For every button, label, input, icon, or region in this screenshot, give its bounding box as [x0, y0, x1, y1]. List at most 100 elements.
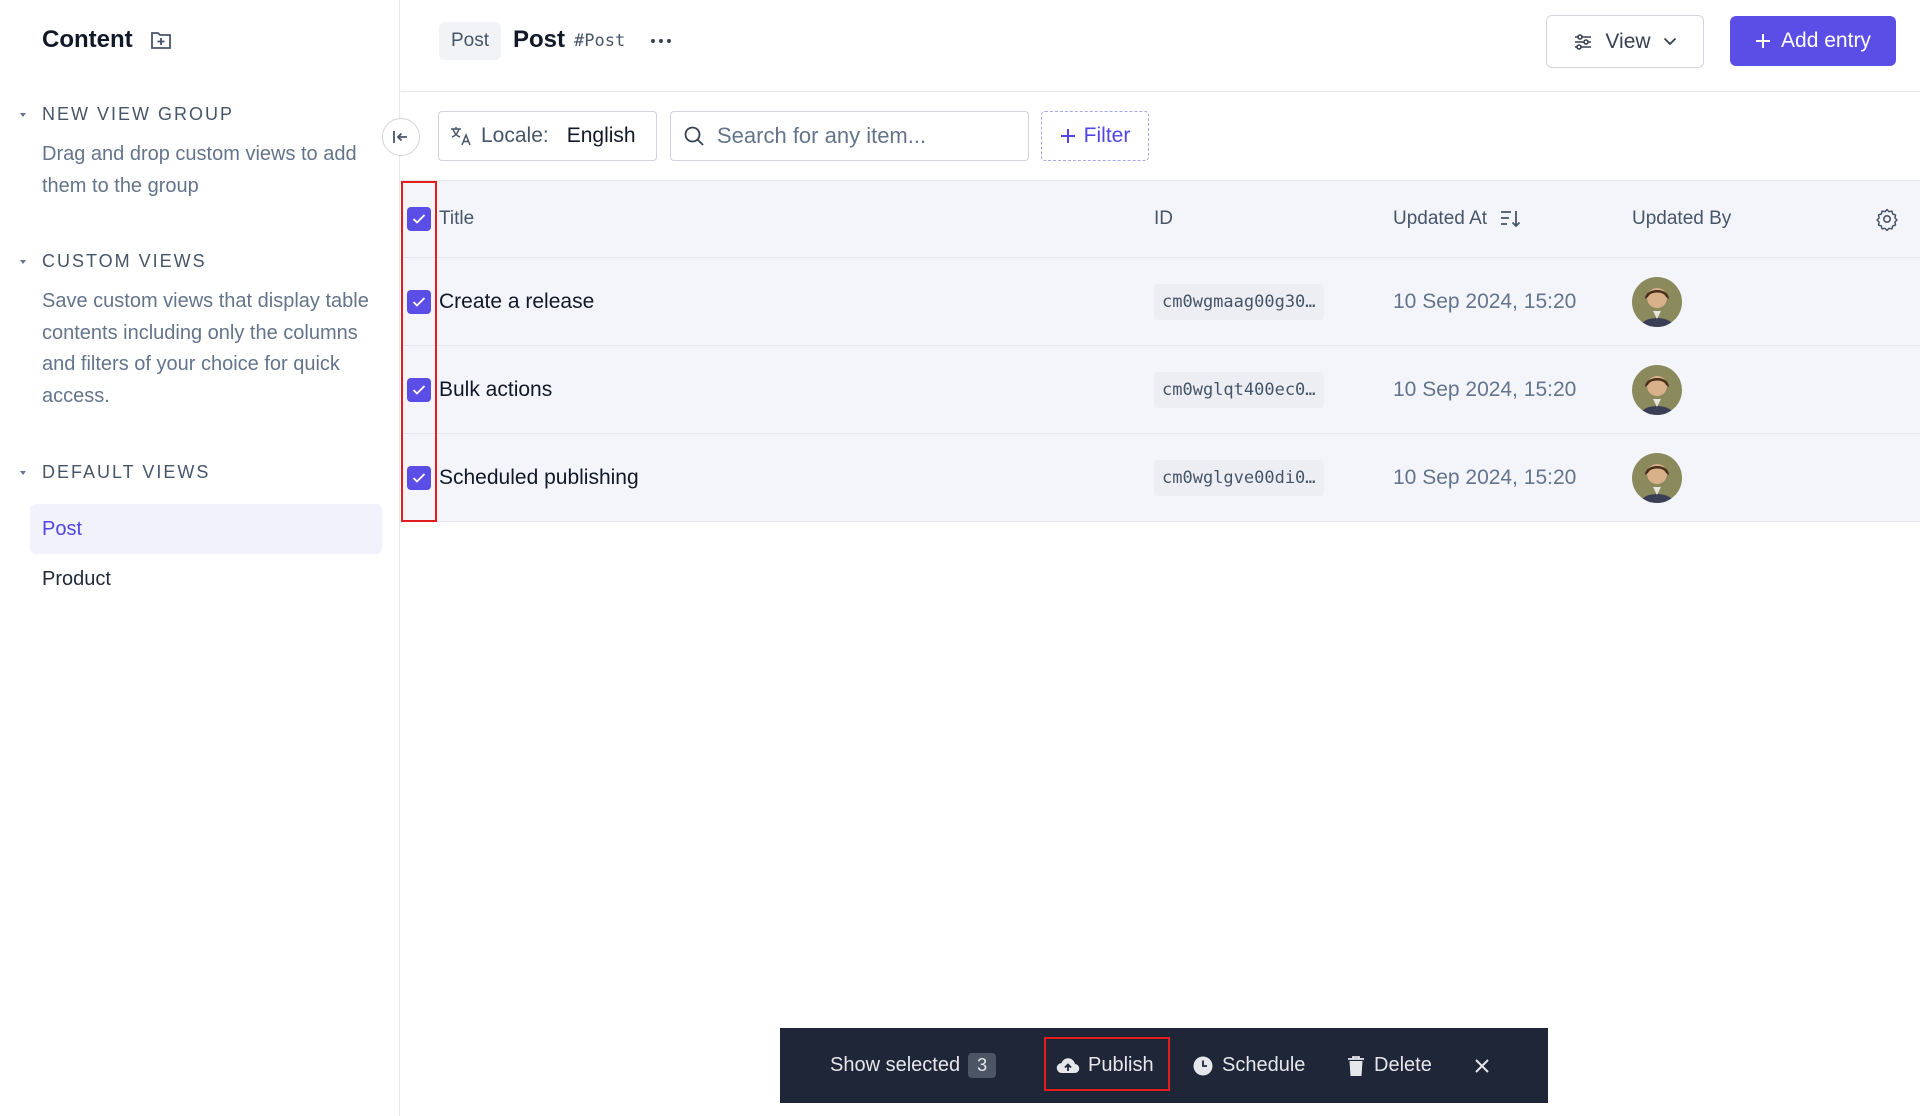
group-header[interactable]: DEFAULT VIEWS: [18, 462, 210, 483]
entries-table: Title ID Updated At Updated By Create a …: [401, 181, 1920, 522]
collapse-sidebar-button[interactable]: [382, 118, 420, 156]
sidebar-title: Content: [42, 26, 133, 53]
delete-label: Delete: [1374, 1054, 1432, 1076]
add-entry-button[interactable]: Add entry: [1730, 16, 1896, 66]
breadcrumb-tag[interactable]: Post: [439, 22, 502, 60]
locale-label: Locale:: [481, 124, 549, 147]
view-button-label: View: [1605, 29, 1651, 53]
group-header[interactable]: CUSTOM VIEWS: [18, 251, 382, 272]
select-all-checkbox[interactable]: [407, 181, 431, 257]
locale-selector[interactable]: Locale: English: [438, 111, 657, 161]
check-icon: [412, 296, 426, 307]
group-header[interactable]: NEW VIEW GROUP: [18, 104, 382, 125]
column-title[interactable]: Title: [439, 181, 474, 257]
checkbox-checked[interactable]: [407, 207, 431, 231]
row-checkbox[interactable]: [407, 258, 431, 345]
close-icon: [1475, 1058, 1489, 1073]
group-description: Save custom views that display table con…: [42, 290, 369, 407]
entry-updated-at: 10 Sep 2024, 15:20: [1393, 289, 1577, 313]
add-folder-icon[interactable]: [149, 28, 173, 52]
table-settings-button[interactable]: [1875, 181, 1899, 257]
sidebar: Content NEW VIEW GROUP Drag and drop cus…: [0, 0, 400, 1116]
view-button[interactable]: View: [1546, 15, 1704, 68]
filter-button[interactable]: Filter: [1041, 111, 1149, 161]
search-input[interactable]: [717, 123, 1007, 149]
add-entry-label: Add entry: [1781, 29, 1871, 52]
table-row[interactable]: Bulk actions cm0wglqt400ec0… 10 Sep 2024…: [401, 346, 1920, 434]
column-title-label: Title: [439, 208, 475, 229]
avatar: [1632, 364, 1682, 415]
gear-icon: [1876, 208, 1898, 231]
sidebar-item-post[interactable]: Post: [30, 504, 382, 554]
row-checkbox[interactable]: [407, 346, 431, 433]
group-title: CUSTOM VIEWS: [42, 251, 207, 271]
entry-title: Bulk actions: [439, 377, 553, 401]
checkbox-checked[interactable]: [407, 289, 431, 314]
chevron-down-icon: [1663, 37, 1676, 46]
search-icon: [684, 126, 704, 146]
column-id-label: ID: [1154, 208, 1173, 229]
column-updated-at-label: Updated At: [1393, 208, 1488, 229]
publish-highlight: [1044, 1037, 1170, 1091]
avatar: [1632, 276, 1682, 327]
show-selected-label: Show selected: [830, 1054, 961, 1076]
check-icon: [412, 214, 426, 224]
page-title: Post: [513, 26, 566, 53]
search-box: [670, 111, 1029, 161]
caret-down-icon: [18, 468, 28, 478]
sidebar-group-custom-views: CUSTOM VIEWS Save custom views that disp…: [18, 251, 382, 412]
sidebar-group-new-view: NEW VIEW GROUP Drag and drop custom view…: [18, 104, 382, 202]
clock-icon: [1193, 1056, 1213, 1075]
sidebar-item-product[interactable]: Product: [30, 554, 382, 604]
collapse-left-icon: [393, 131, 407, 143]
sort-descending-icon: [1501, 211, 1521, 228]
column-updated-by-label: Updated By: [1632, 208, 1732, 229]
table-header: Title ID Updated At Updated By: [401, 181, 1920, 258]
model-api-id: #Post: [574, 31, 626, 51]
table-row[interactable]: Scheduled publishing cm0wglgve00di0… 10 …: [401, 434, 1920, 522]
top-bar: Post Post #Post View Add entry: [401, 0, 1920, 92]
dot-icon: [651, 39, 655, 43]
show-selected-button[interactable]: Show selected 3: [830, 1028, 997, 1103]
trash-icon: [1348, 1055, 1364, 1076]
column-updated-by[interactable]: Updated By: [1632, 181, 1731, 257]
entry-updated-at: 10 Sep 2024, 15:20: [1393, 377, 1577, 401]
bulk-actions-bar: Show selected 3 Publish Schedule Delete: [780, 1028, 1548, 1103]
dot-icon: [667, 39, 671, 43]
checkbox-checked[interactable]: [407, 377, 431, 402]
schedule-label: Schedule: [1222, 1054, 1306, 1076]
filter-label: Filter: [1083, 124, 1131, 147]
check-icon: [412, 472, 426, 483]
entry-title: Create a release: [439, 289, 595, 313]
group-title: NEW VIEW GROUP: [42, 104, 235, 124]
avatar: [1632, 452, 1682, 503]
group-description: Drag and drop custom views to add them t…: [42, 143, 357, 197]
column-updated-at[interactable]: Updated At: [1393, 181, 1521, 257]
plus-icon: [1756, 34, 1771, 48]
dot-icon: [659, 39, 663, 43]
checkbox-checked[interactable]: [407, 465, 431, 490]
more-options-button[interactable]: [646, 28, 676, 54]
entry-id: cm0wglgve00di0…: [1154, 459, 1324, 496]
delete-button[interactable]: Delete: [1346, 1028, 1432, 1103]
close-bulk-bar-button[interactable]: [1474, 1028, 1490, 1103]
sliders-icon: [1575, 33, 1592, 50]
check-icon: [412, 384, 426, 395]
table-row[interactable]: Create a release cm0wgmaag00g30… 10 Sep …: [401, 258, 1920, 346]
selected-count-badge: 3: [968, 1053, 997, 1078]
entry-updated-at: 10 Sep 2024, 15:20: [1393, 465, 1577, 489]
entry-id: cm0wgmaag00g30…: [1154, 283, 1324, 320]
group-title: DEFAULT VIEWS: [42, 462, 211, 482]
plus-icon: [1060, 129, 1075, 143]
caret-down-icon: [18, 110, 28, 120]
column-id[interactable]: ID: [1154, 181, 1173, 257]
locale-value: English: [566, 124, 636, 147]
filter-bar: Locale: English Filter: [401, 92, 1920, 181]
entry-id: cm0wglqt400ec0…: [1154, 371, 1324, 408]
schedule-button[interactable]: Schedule: [1192, 1028, 1305, 1103]
translate-icon: [451, 127, 471, 146]
sidebar-header: Content: [42, 26, 173, 54]
row-checkbox[interactable]: [407, 434, 431, 521]
caret-down-icon: [18, 257, 28, 267]
sidebar-group-default-views: DEFAULT VIEWS: [18, 462, 210, 483]
